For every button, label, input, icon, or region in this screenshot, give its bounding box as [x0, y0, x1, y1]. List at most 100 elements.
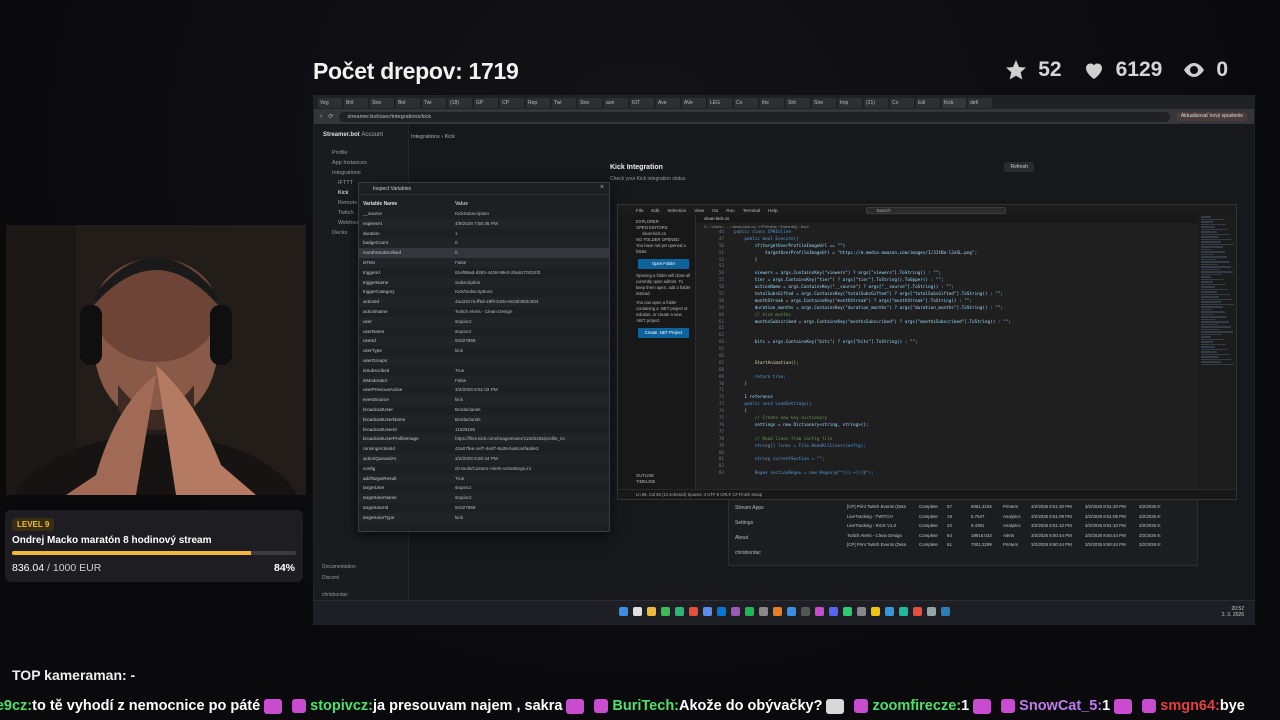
menu-item-about[interactable]: About: [735, 531, 764, 546]
taskbar-app-icon[interactable]: [717, 607, 726, 616]
variable-row[interactable]: isSubscribed True: [359, 366, 609, 376]
variable-row[interactable]: targetUserType kick: [359, 512, 609, 523]
timeline-section[interactable]: TIMELINE: [636, 479, 655, 485]
browser-tab[interactable]: the: [760, 97, 784, 108]
taskbar-app-icon[interactable]: [927, 607, 936, 616]
browser-tab[interactable]: LEG: [708, 97, 732, 108]
code-editor[interactable]: clean-kick.cs C: › Users › ... › clean-k…: [696, 215, 1198, 489]
taskbar-app-icon[interactable]: [647, 607, 656, 616]
queue-row[interactable]: LiveTracking - TWITCH Complete 19 6.7547 Ana…: [847, 512, 1192, 522]
browser-tab[interactable]: Bet: [396, 97, 420, 108]
variable-row[interactable]: user stopivcz: [359, 316, 609, 327]
sidebar-item-profile[interactable]: Profile: [314, 146, 408, 156]
variable-row[interactable]: targetUser stopivcz: [359, 483, 609, 493]
update-button[interactable]: Aktualizovať nový spustenie: [1175, 112, 1248, 121]
variable-row[interactable]: __source KickSubscription: [359, 209, 609, 219]
browser-tab[interactable]: GP: [474, 97, 498, 108]
taskbar-app-icon[interactable]: [675, 607, 684, 616]
queue-row[interactable]: Twitch Alerts - Clean Design Complete 64 19…: [847, 531, 1192, 541]
menu-item-stream-apps[interactable]: Stream Apps: [735, 501, 764, 516]
taskbar-app-icon[interactable]: [899, 607, 908, 616]
browser-tab[interactable]: AVe: [682, 97, 706, 108]
browser-tab[interactable]: Kick: [942, 97, 966, 108]
browser-tab[interactable]: Strt: [786, 97, 810, 108]
taskbar-app-icon[interactable]: [661, 607, 670, 616]
browser-tab[interactable]: Stre: [812, 97, 836, 108]
browser-tab[interactable]: Brit: [344, 97, 368, 108]
variable-row[interactable]: eventSource kick: [359, 395, 609, 405]
variable-row[interactable]: broadcastUserId 11526165: [359, 425, 609, 435]
create-project-button[interactable]: Create .NET Project: [638, 328, 689, 338]
variable-row[interactable]: isModerator False: [359, 375, 609, 386]
queue-row[interactable]: LiveTracking - KICK V1.0 Complete 22 5.4381…: [847, 521, 1192, 531]
browser-tab[interactable]: CP: [500, 97, 524, 108]
variable-row[interactable]: targetUserId 94327859: [359, 503, 609, 513]
variable-row[interactable]: config cb-tools/Custom-Alerts-v2/settings…: [359, 464, 609, 474]
variable-row[interactable]: userGroups: [359, 355, 609, 366]
vscode-menu-selection[interactable]: Selection: [667, 208, 686, 213]
variable-row[interactable]: targetUserName stopivcz: [359, 493, 609, 503]
menu-item-settings[interactable]: Settings: [735, 516, 764, 531]
queue-row[interactable]: [CP] Print Twitch Events (Deta Complete 61…: [847, 540, 1192, 550]
variable-row[interactable]: expiresAt 4/9/2026 7:50:45 PM: [359, 218, 609, 229]
taskbar-app-icon[interactable]: [829, 607, 838, 616]
browser-tab[interactable]: Ave: [656, 97, 680, 108]
variable-row[interactable]: runningActionId 42a07fee-cef7-4ed7-8a39-b…: [359, 444, 609, 454]
reload-icon[interactable]: ⟳: [328, 113, 333, 120]
taskbar-app-icon[interactable]: [633, 607, 642, 616]
minimap[interactable]: [1198, 215, 1236, 489]
taskbar-app-icon[interactable]: [689, 607, 698, 616]
browser-tab[interactable]: (21): [864, 97, 888, 108]
browser-tab[interactable]: Veg: [318, 97, 342, 108]
variable-row[interactable]: isTest False: [359, 257, 609, 268]
variable-row[interactable]: userType kick: [359, 346, 609, 356]
menu-item-user[interactable]: chrisbordac: [735, 546, 764, 561]
browser-tab[interactable]: Stre: [370, 97, 394, 108]
variable-row[interactable]: userId 94327859: [359, 336, 609, 347]
browser-tab[interactable]: Co: [734, 97, 758, 108]
taskbar-app-icon[interactable]: [815, 607, 824, 616]
variable-row[interactable]: addTargetResult True: [359, 473, 609, 484]
variable-row[interactable]: actionName Twitch Alerts - Clean Design: [359, 307, 609, 317]
variable-row[interactable]: badgeCount 0: [359, 238, 609, 249]
taskbar-app-icon[interactable]: [703, 607, 712, 616]
queue-row[interactable]: [CP] Print Twitch Events (Deta Complete 57…: [847, 502, 1192, 512]
variable-row[interactable]: broadcastUserName Bordaclands: [359, 414, 609, 425]
variable-row[interactable]: monthsSubscribed 0: [359, 248, 609, 258]
variable-row[interactable]: broadcastUser Bordaclands: [359, 405, 609, 415]
close-icon[interactable]: ×: [600, 184, 604, 191]
sidebar-item-integrations[interactable]: Integrations: [314, 166, 408, 176]
variable-row[interactable]: triggerCategory Kick/Subscriptions: [359, 287, 609, 297]
browser-tab[interactable]: Edi: [916, 97, 940, 108]
vscode-menu-run[interactable]: Run: [726, 208, 734, 213]
taskbar-app-icon[interactable]: [619, 607, 628, 616]
vscode-menu-help[interactable]: Help: [768, 208, 777, 213]
vscode-menu-view[interactable]: View: [694, 208, 704, 213]
vscode-menu-edit[interactable]: Edit: [651, 208, 659, 213]
variable-row[interactable]: userName stopivcz: [359, 327, 609, 337]
taskbar-app-icon[interactable]: [759, 607, 768, 616]
variable-row[interactable]: triggerId 81ef96ad-d282-4438-99e3-2ba6170…: [359, 268, 609, 278]
variable-row[interactable]: userPreviousActive 3/2/2026 8:51:02 PM: [359, 385, 609, 395]
vscode-search-input[interactable]: Search: [865, 206, 1006, 214]
vscode-menu-go[interactable]: Go: [712, 208, 718, 213]
variable-row[interactable]: duration 1: [359, 229, 609, 239]
browser-tab[interactable]: Stre: [578, 97, 602, 108]
browser-tab[interactable]: Rep: [526, 97, 550, 108]
documentation-link[interactable]: Documentation: [322, 562, 356, 573]
vscode-menu-terminal[interactable]: Terminal: [743, 208, 760, 213]
browser-tab[interactable]: (18): [448, 97, 472, 108]
browser-tab[interactable]: defi: [968, 97, 992, 108]
taskbar-app-icon[interactable]: [871, 607, 880, 616]
taskbar-app-icon[interactable]: [843, 607, 852, 616]
variable-row[interactable]: actionQueuedAt 3/2/2026 8:50:44 PM: [359, 453, 609, 464]
taskbar-app-icon[interactable]: [773, 607, 782, 616]
refresh-button[interactable]: Refresh: [1004, 162, 1034, 172]
taskbar-app-icon[interactable]: [913, 607, 922, 616]
taskbar-app-icon[interactable]: [731, 607, 740, 616]
editor-tab[interactable]: clean-kick.cs: [696, 215, 1198, 223]
sidebar-item-app-instances[interactable]: App Instances: [314, 156, 408, 166]
open-folder-button[interactable]: Open Folder: [638, 259, 689, 269]
taskbar-app-icon[interactable]: [857, 607, 866, 616]
taskbar-app-icon[interactable]: [801, 607, 810, 616]
